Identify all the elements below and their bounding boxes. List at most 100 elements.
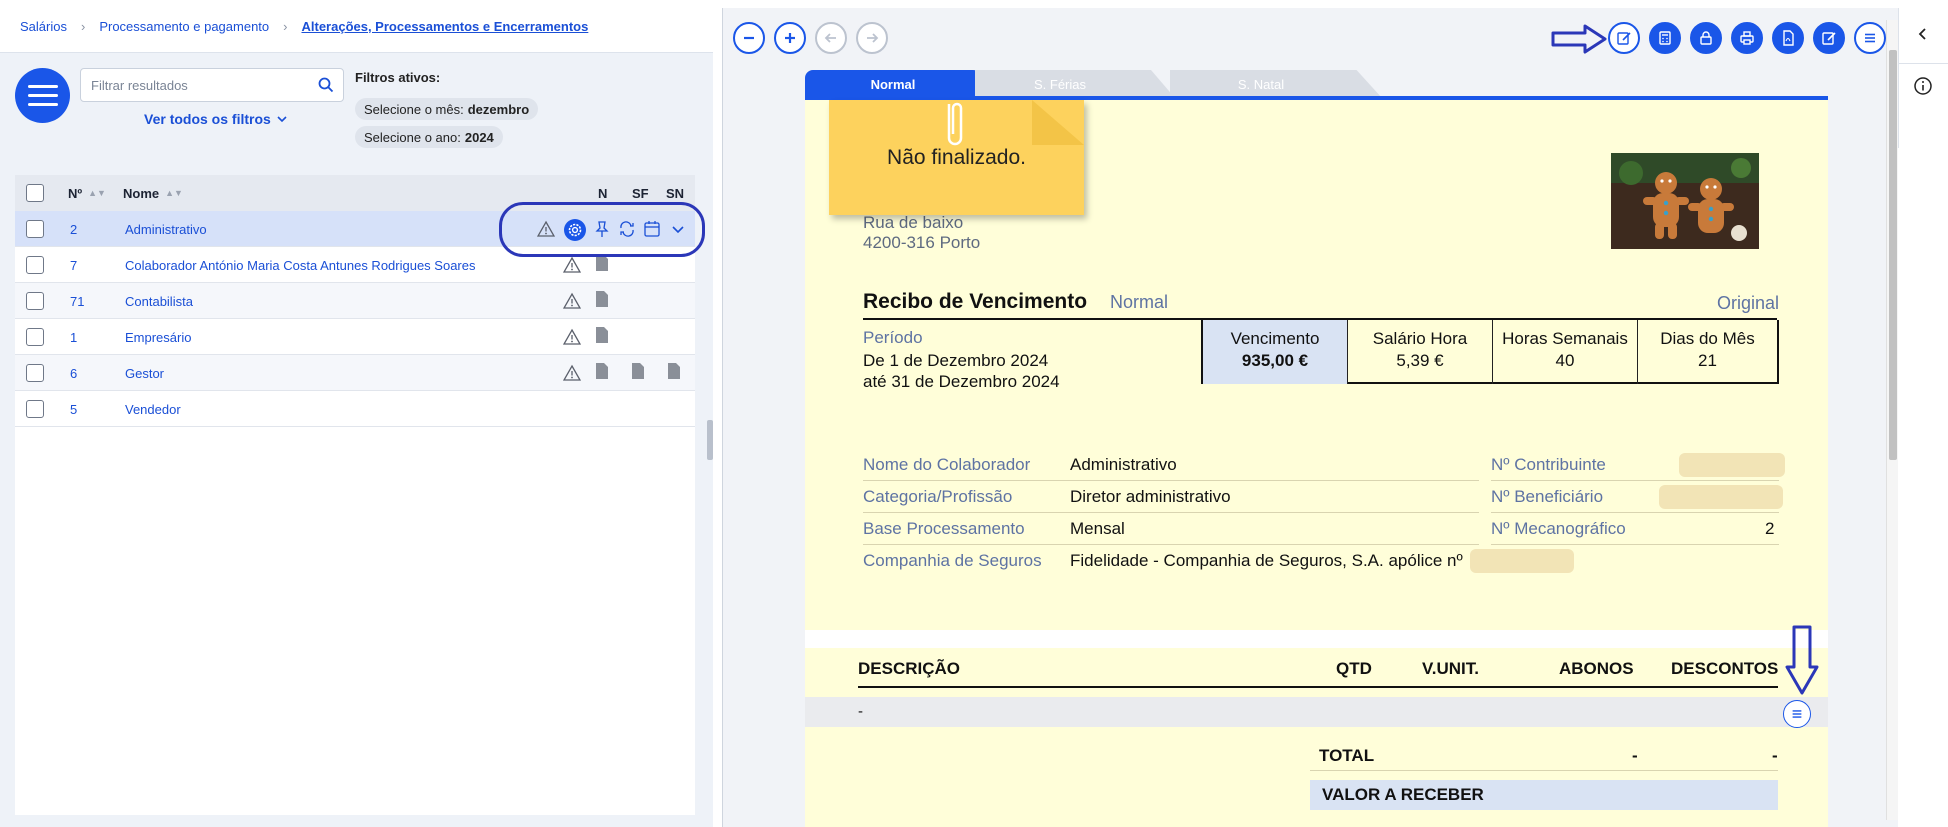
print-button[interactable] [1731,22,1763,54]
column-name[interactable]: Nome ▲▼ [123,175,183,211]
calculator-button[interactable] [1649,22,1681,54]
detail-label: Nº Contribuinte [1491,455,1606,474]
lock-button[interactable] [1690,22,1722,54]
info-icon[interactable] [1913,76,1933,96]
row-name[interactable]: Gestor [125,355,164,391]
more-options-button[interactable] [1854,22,1886,54]
tab-subsidio-natal[interactable]: S. Natal [1170,70,1382,98]
edit-button[interactable] [1608,22,1640,54]
row-name[interactable]: Vendedor [125,391,181,427]
document-icon[interactable] [593,290,611,308]
document-title: Recibo de Vencimento [863,290,1088,313]
divider [863,512,1479,513]
address-line: Rua de baixo [863,213,964,232]
detail-value: Diretor administrativo [1070,487,1231,506]
summary-value: 40 [1555,351,1575,370]
panel-resize-handle[interactable] [707,420,713,460]
row-name[interactable]: Colaborador António Maria Costa Antunes … [125,247,476,283]
column-number[interactable]: Nº ▲▼ [68,175,106,211]
row-name[interactable]: Contabilista [125,283,193,319]
pdf-button[interactable] [1772,22,1804,54]
employee-list-panel: Salários › Processamento e pagamento › A… [0,0,713,827]
breadcrumb-salarios[interactable]: Salários [20,19,67,34]
chevron-left-icon[interactable] [1915,26,1931,42]
row-checkbox[interactable] [26,220,44,238]
hamburger-menu-button[interactable] [15,68,70,123]
annotation-arrow-down-icon [1785,625,1819,695]
see-all-filters-label: Ver todos os filtros [144,111,271,127]
row-checkbox[interactable] [26,328,44,346]
scrollbar-thumb[interactable] [1889,50,1897,460]
address-line: 4200-316 Porto [863,233,981,252]
list-icon [1792,710,1802,718]
filter-chip-year[interactable]: Selecione o ano: 2024 [355,126,503,148]
plus-icon [785,33,795,43]
table-row[interactable]: 71 Contabilista [15,283,695,319]
filter-chip-month[interactable]: Selecione o mês: dezembro [355,98,539,120]
lock-icon [1700,31,1712,45]
chevron-down-icon [277,115,287,122]
table-row[interactable]: 6 Gestor [15,355,695,391]
detail-value: Administrativo [1070,455,1177,474]
row-checkbox[interactable] [26,400,44,418]
table-row[interactable]: 1 Empresário [15,319,695,355]
previous-button[interactable] [815,22,847,54]
arrow-left-icon [824,33,836,43]
lines-header-description: DESCRIÇÃO [858,659,961,678]
right-rail [1898,8,1948,148]
divider [863,480,1479,481]
document-icon[interactable] [629,362,647,380]
printer-icon [1740,31,1754,45]
divider [858,686,1778,688]
select-all-checkbox[interactable] [26,184,44,202]
edit-document-button[interactable] [1813,22,1845,54]
row-name[interactable]: Administrativo [125,211,207,247]
detail-value: 2 [1765,519,1775,538]
zoom-out-button[interactable] [733,22,765,54]
row-checkbox[interactable] [26,364,44,382]
sort-icon: ▲▼ [88,188,106,198]
menu-line [27,94,58,97]
warning-icon[interactable] [563,364,581,382]
edit-icon [1617,32,1631,45]
search-icon[interactable] [318,77,334,93]
column-name-label: Nome [123,185,160,201]
search-input[interactable] [80,68,344,102]
breadcrumb-current[interactable]: Alterações, Processamentos e Encerrament… [301,19,588,34]
row-number: 6 [70,365,78,381]
total-bonus: - [1632,746,1638,765]
warning-icon[interactable] [563,256,581,274]
row-name[interactable]: Empresário [125,319,191,355]
column-number-label: Nº [68,185,83,201]
document-icon[interactable] [593,362,611,380]
detail-value: Mensal [1070,519,1125,538]
redacted-field [1659,485,1783,509]
next-button[interactable] [856,22,888,54]
paperclip-icon [947,102,963,146]
row-checkbox[interactable] [26,292,44,310]
row-checkbox[interactable] [26,256,44,274]
warning-icon[interactable] [563,292,581,310]
summary-value: 21 [1698,351,1717,370]
table-row[interactable]: 5 Vendedor [15,391,695,427]
see-all-filters-link[interactable]: Ver todos os filtros [144,111,287,127]
filter-chip-value: dezembro [467,101,530,117]
row-number: 5 [70,401,78,417]
summary-label: Horas Semanais [1502,329,1628,348]
pdf-file-icon [1783,30,1794,46]
lines-header-qty: QTD [1336,659,1372,678]
zoom-in-button[interactable] [774,22,806,54]
divider [1899,63,1948,64]
tab-subsidio-ferias[interactable]: S. Férias [975,70,1175,98]
tab-normal[interactable]: Normal [805,70,981,98]
calculator-icon [1659,31,1671,45]
warning-icon[interactable] [563,328,581,346]
chevron-right-icon: › [80,18,86,34]
document-icon[interactable] [593,326,611,344]
period-to: até 31 de Dezembro 2024 [863,372,1060,391]
line-options-button[interactable] [1783,700,1811,728]
viewer-scrollbar[interactable] [1886,20,1898,820]
active-filters-title: Filtros ativos: [355,70,441,85]
breadcrumb-processamento[interactable]: Processamento e pagamento [99,19,269,34]
document-icon[interactable] [665,362,683,380]
